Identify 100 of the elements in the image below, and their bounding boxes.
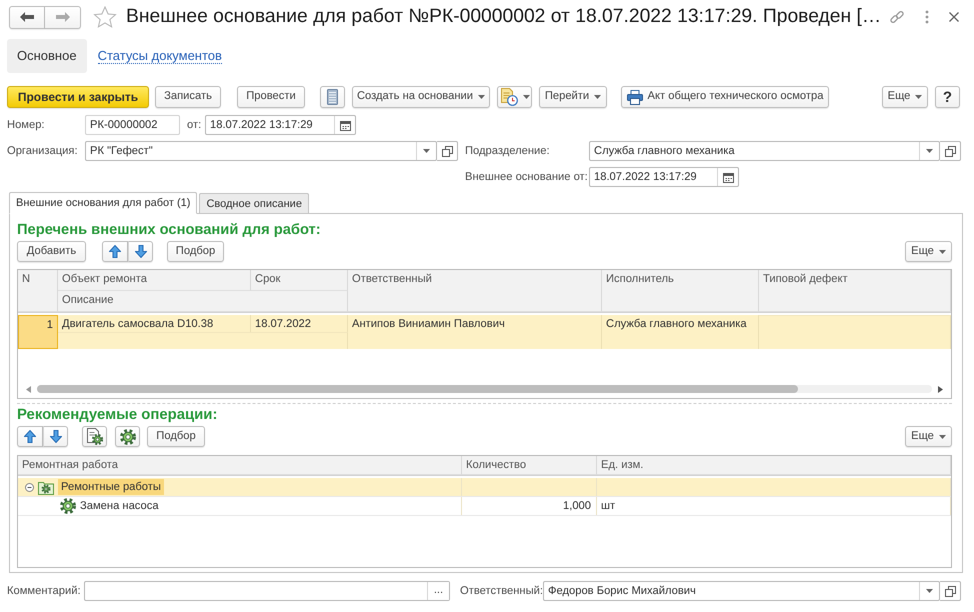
table-cell: Служба главного механика [602,315,759,349]
tab[interactable]: Сводное описание [199,193,309,214]
section-tab[interactable]: Основное [7,39,87,73]
open-button[interactable] [437,141,458,161]
column-header[interactable]: Объект ремонта [58,270,251,291]
go-to-button[interactable]: Перейти [539,86,607,108]
caret-icon [594,95,602,99]
post-button[interactable]: Провести [237,86,305,108]
help-button[interactable]: ? [935,86,960,108]
select-button[interactable]: ... [427,582,449,600]
open-button[interactable] [940,581,961,601]
window-title: Внешнее основание для работ №РК-00000002 от 18.07.2022 13:17:29. Проведен [… [126,6,882,28]
field-label: Подразделение: [465,145,550,157]
save-button[interactable]: Записать [155,86,221,108]
open-button[interactable] [940,141,961,161]
table-cell: Замена насоса [80,500,159,512]
caret-icon [926,149,933,153]
comment-field[interactable]: ... [84,581,450,601]
forward-arrow-icon [56,12,70,22]
move-up-button[interactable] [102,241,128,262]
field-label: Ответственный: [460,585,544,597]
add-button[interactable]: Добавить [17,241,86,262]
table-cell: 1,000 [563,500,591,512]
gear-button[interactable] [115,426,140,447]
column-header[interactable]: Срок [251,270,348,291]
column-header[interactable]: Типовой дефект [759,270,951,312]
column-header[interactable]: Ремонтная работа [18,456,462,475]
table-cell: 18.07.2022 [251,315,348,332]
column-header[interactable]: Ответственный [348,270,602,312]
more-button[interactable]: Еще [905,241,952,262]
row-number: 1 [18,315,58,349]
list-button[interactable] [320,86,345,108]
table-cell: шт [601,500,616,512]
tab[interactable]: Внешние основания для работ (1) [9,192,198,214]
scroll-right-icon[interactable] [938,386,943,392]
star-icon[interactable] [93,6,117,28]
table-cell: Антипов Виниамин Павлович [348,315,602,349]
create-based-on-button[interactable]: Создать на основании [352,86,490,108]
table-cell: Двигатель самосвала D10.38 [58,315,251,332]
section-title: Рекомендуемые операции: [17,407,218,423]
caret-icon [915,95,922,99]
number-field[interactable]: РК-00000002 [85,115,180,135]
field-label: Организация: [7,145,78,157]
pick-button[interactable]: Подбор [147,426,205,447]
down-arrow-icon [50,430,62,443]
field-label: Номер: [7,119,45,131]
gear-icon [120,428,136,444]
caret-icon [522,95,530,99]
close-icon[interactable] [949,12,959,22]
department-field[interactable]: Служба главного механика [589,141,940,161]
document-clock-icon [500,88,518,106]
date-field[interactable]: 18.07.2022 13:17:29 [589,167,739,187]
section-link[interactable]: Статусы документов [98,48,222,64]
organization-field[interactable]: РК "Гефест" [85,141,437,161]
caret-icon [938,434,946,438]
field-label: Комментарий: [7,585,81,597]
column-header[interactable]: N [18,270,58,312]
up-arrow-icon [109,245,121,258]
print-button[interactable]: Акт общего технического осмотра [621,86,829,108]
column-header[interactable]: Количество [462,456,597,475]
responsible-field[interactable]: Федоров Борис Михайлович [543,581,940,601]
document-menu-button[interactable] [497,86,532,108]
more-icon[interactable] [925,10,929,24]
post-and-close-button[interactable]: Провести и закрыть [7,86,149,108]
caret-icon [423,149,430,153]
more-button[interactable]: Еще [905,426,952,447]
group-name: Ремонтные работы [58,479,164,495]
calendar-icon [722,172,734,182]
open-icon [442,146,452,156]
move-down-button[interactable] [128,241,153,262]
column-header[interactable]: Исполнитель [602,270,759,312]
more-button[interactable]: Еще [882,86,928,108]
column-header[interactable]: Описание [58,291,348,312]
caret-icon [478,95,486,99]
document-gear-button[interactable] [82,426,107,447]
up-arrow-icon [24,430,36,443]
field-label: Внешнее основание от: [465,171,588,183]
printer-icon [626,90,643,104]
back-arrow-icon [20,12,34,22]
date-field[interactable]: 18.07.2022 13:17:29 [205,115,356,135]
collapse-icon[interactable] [25,482,34,492]
link-icon[interactable] [889,9,905,25]
section-title: Перечень внешних оснований для работ: [17,222,321,238]
gear-icon [60,498,76,514]
scroll-left-icon[interactable] [26,386,31,392]
move-up-button[interactable] [17,426,43,447]
field-label: от: [187,119,202,131]
tree-row[interactable]: Замена насоса 1,000 шт [18,497,951,516]
table-row[interactable]: 1 Двигатель самосвала D10.38 18.07.2022 Антипов Виниамин Павлович Служба главного механика [18,315,951,349]
open-icon [944,146,956,156]
list-icon [327,89,338,105]
pick-button[interactable]: Подбор [167,241,224,262]
down-arrow-icon [134,245,146,258]
column-header[interactable]: Ед. изм. [597,456,951,475]
move-down-button[interactable] [43,426,68,447]
tree-row[interactable]: Ремонтные работы [18,478,951,497]
calendar-icon [340,120,350,130]
document-gear-icon [86,428,103,445]
caret-icon [926,589,933,593]
back-button[interactable] [9,6,45,28]
